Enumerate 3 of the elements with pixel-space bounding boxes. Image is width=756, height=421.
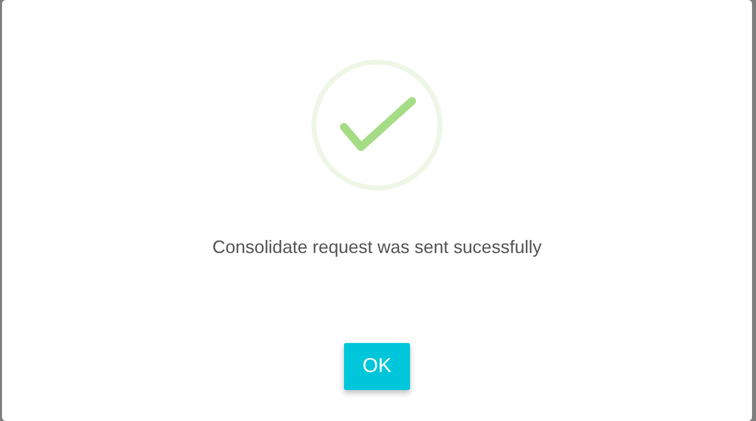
checkmark-circle-icon	[311, 59, 443, 191]
ok-button[interactable]: OK	[344, 343, 410, 390]
message-text: Consolidate request was sent sucessfully	[212, 236, 542, 258]
